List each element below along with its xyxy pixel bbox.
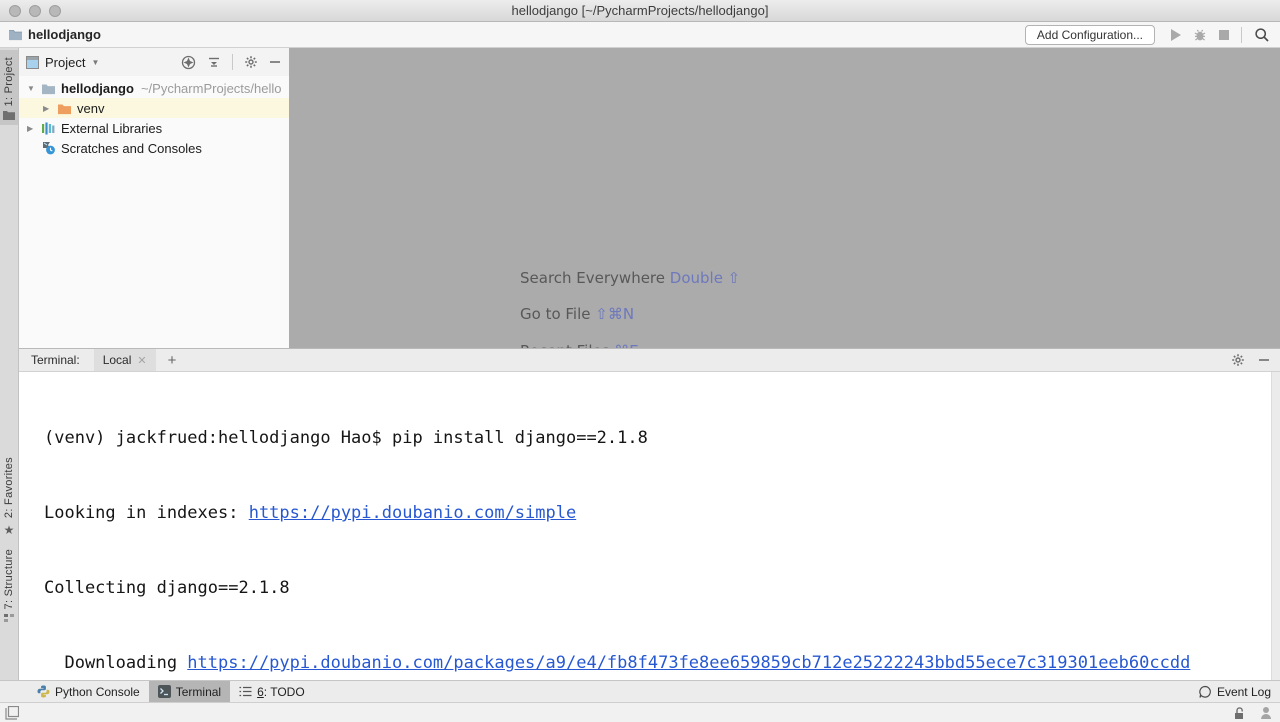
structure-icon xyxy=(4,613,14,623)
collapse-arrow-icon[interactable]: ▼ xyxy=(27,84,40,93)
gear-icon[interactable] xyxy=(244,55,258,69)
hint-search-everywhere: Search Everywhere Double ⇧ xyxy=(520,269,740,287)
window-title: hellodjango [~/PycharmProjects/hellodjan… xyxy=(512,3,769,18)
pycharm-window: hellodjango [~/PycharmProjects/hellodjan… xyxy=(0,0,1280,722)
hide-panel-icon[interactable] xyxy=(269,56,281,68)
tree-row-scratches[interactable]: Scratches and Consoles xyxy=(19,138,289,158)
new-terminal-session-button[interactable]: + xyxy=(168,352,177,369)
left-tool-stripe: 1: Project 2: Favorites ★ 7: Structure xyxy=(0,48,19,680)
project-view-icon xyxy=(26,56,39,69)
add-configuration-label: Add Configuration... xyxy=(1037,28,1143,42)
breadcrumb[interactable]: hellodjango xyxy=(8,27,101,42)
stripe-tab-project[interactable]: 1: Project xyxy=(0,50,18,125)
run-icon[interactable] xyxy=(1171,29,1181,41)
tree-item-label: Scratches and Consoles xyxy=(61,141,202,156)
tree-row-venv[interactable]: ▶ venv xyxy=(19,98,289,118)
todo-label: 6: TODO xyxy=(257,685,305,699)
terminal-scrollbar[interactable] xyxy=(1271,372,1280,680)
project-tool-folder-icon xyxy=(3,110,15,120)
folder-icon xyxy=(40,80,56,96)
terminal-line: (venv) jackfrued:hellodjango Hao$ pip in… xyxy=(44,426,1280,451)
stripe-tab-favorites[interactable]: 2: Favorites ★ xyxy=(0,450,18,541)
project-panel-title[interactable]: Project xyxy=(45,55,85,70)
terminal-link[interactable]: https://pypi.doubanio.com/simple xyxy=(249,503,577,523)
hint-shortcut: ⇧⌘N xyxy=(595,305,634,323)
window-titlebar: hellodjango [~/PycharmProjects/hellodjan… xyxy=(0,0,1280,22)
expand-arrow-icon[interactable]: ▶ xyxy=(27,124,40,133)
python-icon xyxy=(37,685,50,698)
todo-button[interactable]: 6: TODO xyxy=(230,681,314,702)
star-icon: ★ xyxy=(4,523,15,537)
terminal-tool-window: Terminal: Local ✕ + xyxy=(19,348,1280,680)
terminal-link[interactable]: https://pypi.doubanio.com/packages/a9/e4… xyxy=(187,653,1190,673)
terminal-tab-label: Local xyxy=(103,353,132,367)
terminal-settings-gear-icon[interactable] xyxy=(1231,353,1245,367)
collapse-all-icon[interactable] xyxy=(207,55,221,69)
stop-icon[interactable] xyxy=(1219,30,1229,40)
debug-bug-icon[interactable] xyxy=(1193,28,1207,42)
tree-item-path: ~/PycharmProjects/hello xyxy=(141,81,282,96)
close-window-button[interactable] xyxy=(9,5,21,17)
terminal-line: Looking in indexes: https://pypi.doubani… xyxy=(44,501,1280,526)
hint-label: Recent Files xyxy=(520,342,614,348)
stripe-tab-structure-label: 7: Structure xyxy=(3,549,15,609)
hint-shortcut: ⌘E xyxy=(614,342,638,348)
tool-window-switcher-icon[interactable] xyxy=(5,706,19,720)
project-tool-window: Project ▼ xyxy=(19,48,289,348)
stripe-tab-structure[interactable]: 7: Structure xyxy=(0,542,18,628)
close-icon[interactable]: ✕ xyxy=(137,354,146,367)
terminal-output[interactable]: (venv) jackfrued:hellodjango Hao$ pip in… xyxy=(19,372,1280,680)
terminal-tab-local[interactable]: Local ✕ xyxy=(94,349,156,371)
tree-item-label: External Libraries xyxy=(61,121,162,136)
folder-icon-orange xyxy=(56,100,72,116)
terminal-line: Collecting django==2.1.8 xyxy=(44,576,1280,601)
project-folder-icon xyxy=(8,28,23,41)
hide-terminal-icon[interactable] xyxy=(1258,354,1270,366)
hint-label: Search Everywhere xyxy=(520,269,670,287)
event-log-button[interactable]: Event Log xyxy=(1189,681,1280,702)
zoom-window-button[interactable] xyxy=(49,5,61,17)
python-console-label: Python Console xyxy=(55,685,140,699)
editor-area: Search Everywhere Double ⇧ Go to File ⇧⌘… xyxy=(289,48,1280,348)
terminal-line: Downloading https://pypi.doubanio.com/pa… xyxy=(44,651,1280,676)
terminal-header: Terminal: Local ✕ + xyxy=(19,349,1280,372)
locate-file-icon[interactable] xyxy=(181,55,196,70)
tree-item-label: hellodjango xyxy=(61,81,134,96)
chevron-down-icon: ▼ xyxy=(91,58,99,67)
status-bar xyxy=(0,702,1280,722)
event-log-label: Event Log xyxy=(1217,685,1271,699)
terminal-icon xyxy=(158,685,171,698)
hint-go-to-file: Go to File ⇧⌘N xyxy=(520,305,634,323)
terminal-label: Terminal: xyxy=(31,353,80,367)
hint-shortcut: Double ⇧ xyxy=(670,269,741,287)
stripe-tab-favorites-label: 2: Favorites xyxy=(3,457,15,518)
unlocked-padlock-icon[interactable] xyxy=(1233,706,1246,720)
terminal-button-label: Terminal xyxy=(176,685,221,699)
event-log-balloon-icon xyxy=(1198,685,1212,699)
todo-list-icon xyxy=(239,686,252,697)
tree-row-hellodjango[interactable]: ▼ hellodjango ~/PycharmProjects/hello xyxy=(19,78,289,98)
tree-item-label: venv xyxy=(77,101,104,116)
inspection-profile-icon[interactable] xyxy=(1260,706,1272,720)
tool-window-bar: Python Console Terminal 6: TODO Event Lo… xyxy=(0,680,1280,702)
terminal-button[interactable]: Terminal xyxy=(149,681,230,702)
stripe-tab-project-label: 1: Project xyxy=(3,57,15,106)
project-tree: ▼ hellodjango ~/PycharmProjects/hello ▶ xyxy=(19,76,289,158)
libraries-icon xyxy=(40,120,56,136)
search-everywhere-icon[interactable] xyxy=(1254,27,1270,43)
traffic-lights xyxy=(9,5,61,17)
panel-header-divider xyxy=(232,54,233,70)
tree-row-external-libraries[interactable]: ▶ External Libraries xyxy=(19,118,289,138)
minimize-window-button[interactable] xyxy=(29,5,41,17)
main-toolbar: hellodjango Add Configuration... xyxy=(0,22,1280,48)
toolbar-divider xyxy=(1241,27,1242,43)
breadcrumb-project-name: hellodjango xyxy=(28,27,101,42)
hint-recent-files: Recent Files ⌘E xyxy=(520,342,639,348)
python-console-button[interactable]: Python Console xyxy=(28,681,149,702)
expand-arrow-icon[interactable]: ▶ xyxy=(43,104,56,113)
project-panel-header: Project ▼ xyxy=(19,48,289,76)
hint-label: Go to File xyxy=(520,305,595,323)
add-configuration-button[interactable]: Add Configuration... xyxy=(1025,25,1155,45)
scratches-icon xyxy=(40,140,56,156)
